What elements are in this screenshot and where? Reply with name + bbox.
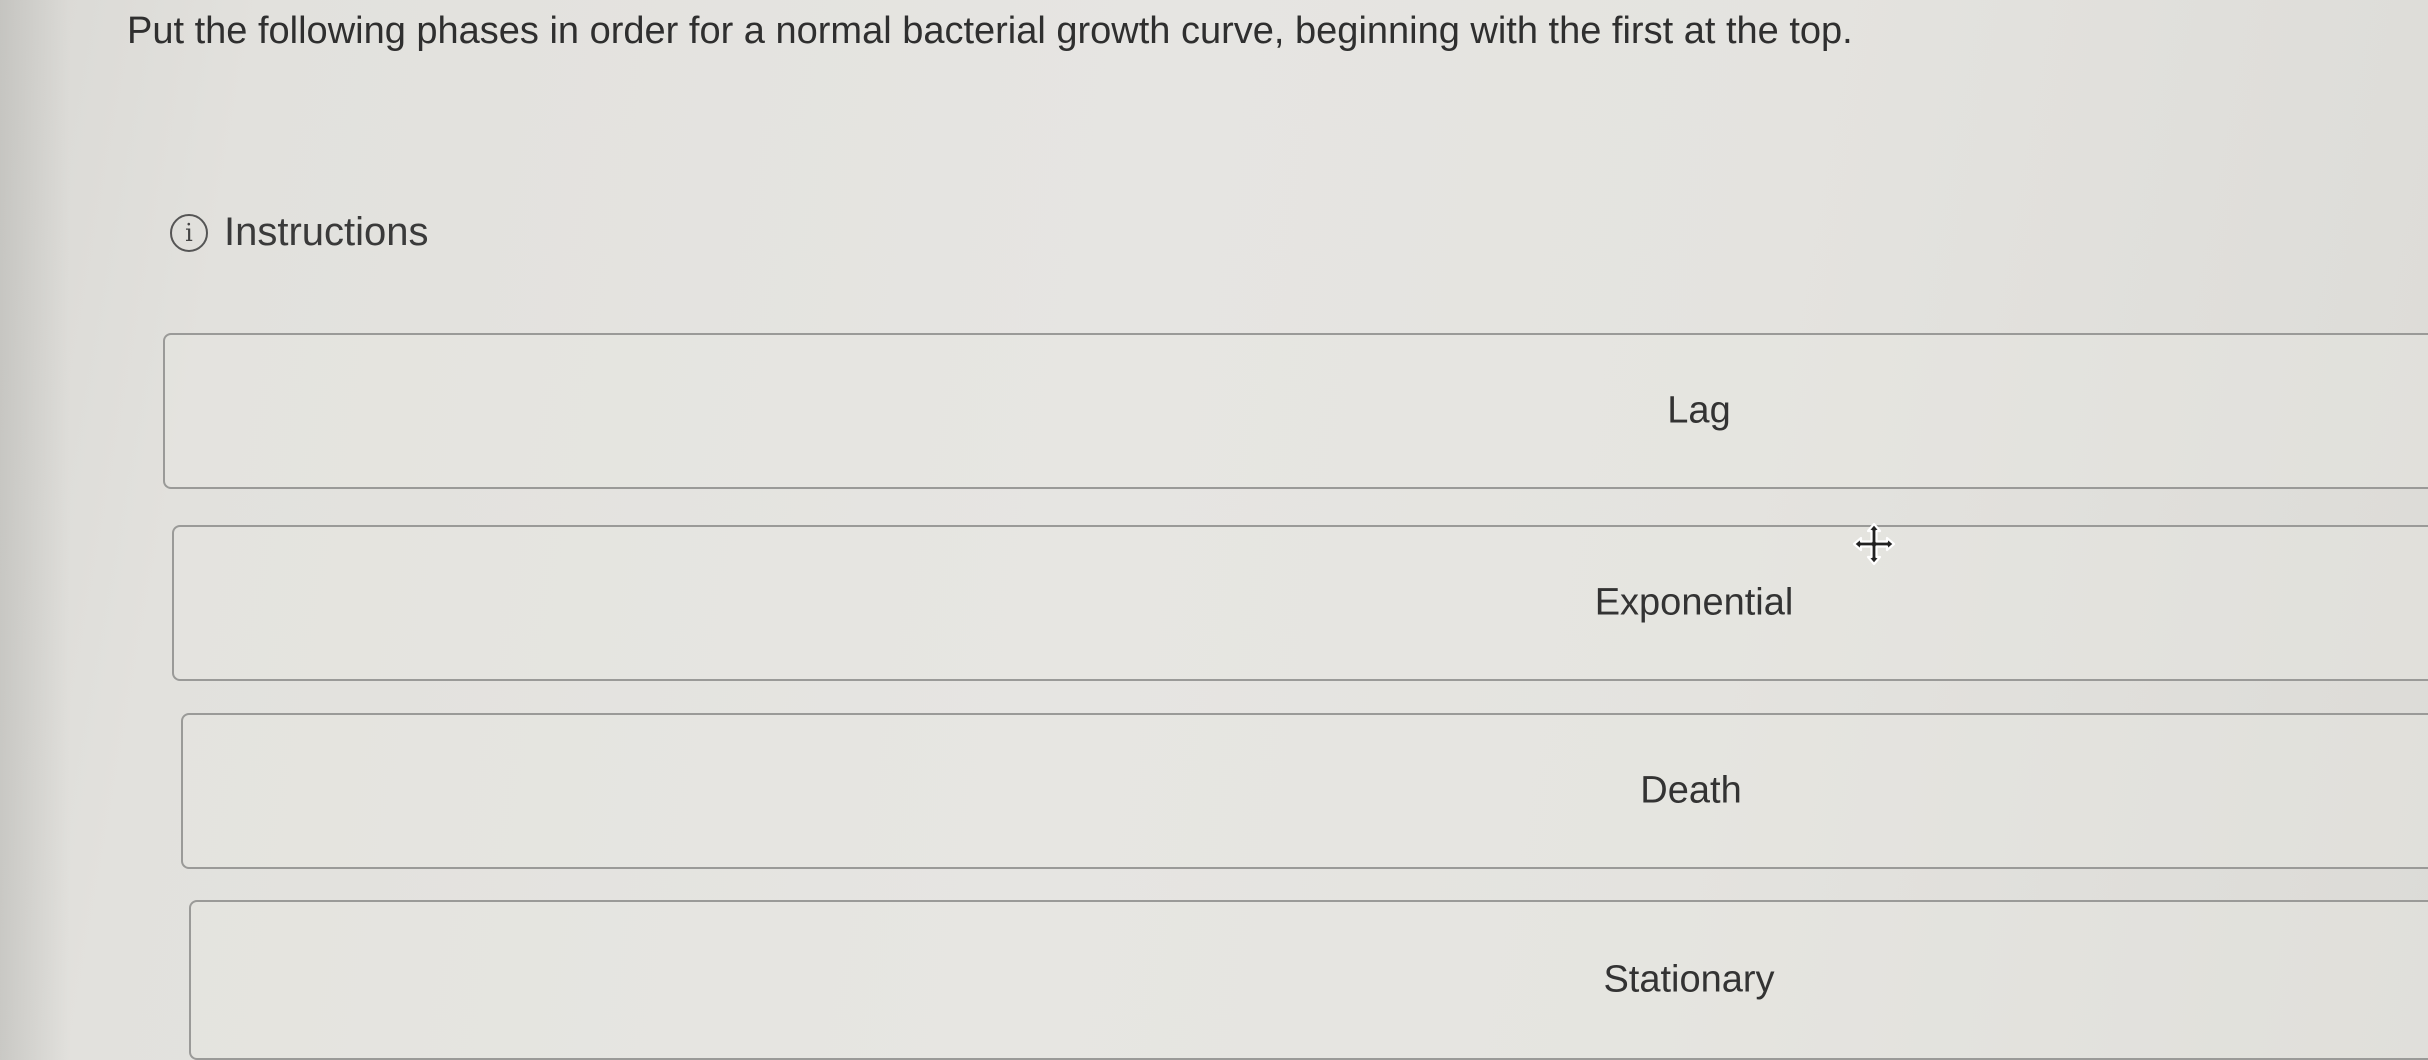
question-prompt: Put the following phases in order for a … [127, 10, 1853, 52]
sortable-item-lag[interactable]: Lag [163, 333, 2428, 489]
info-icon: i [170, 213, 208, 252]
sortable-item-label: Exponential [1594, 581, 1794, 624]
instructions-label: Instructions [224, 210, 429, 254]
sortable-item-label: Stationary [1603, 958, 1775, 1001]
move-cursor-icon [1852, 522, 1896, 566]
screen-edge-shadow [0, 0, 70, 1060]
sortable-item-label: Death [1640, 769, 1742, 812]
sortable-item-stationary[interactable]: Stationary [189, 900, 2428, 1060]
sortable-item-exponential[interactable]: Exponential [172, 525, 2428, 681]
sortable-item-death[interactable]: Death [181, 713, 2428, 869]
instructions-toggle[interactable]: i Instructions [170, 210, 429, 255]
sortable-item-label: Lag [1667, 389, 1731, 432]
